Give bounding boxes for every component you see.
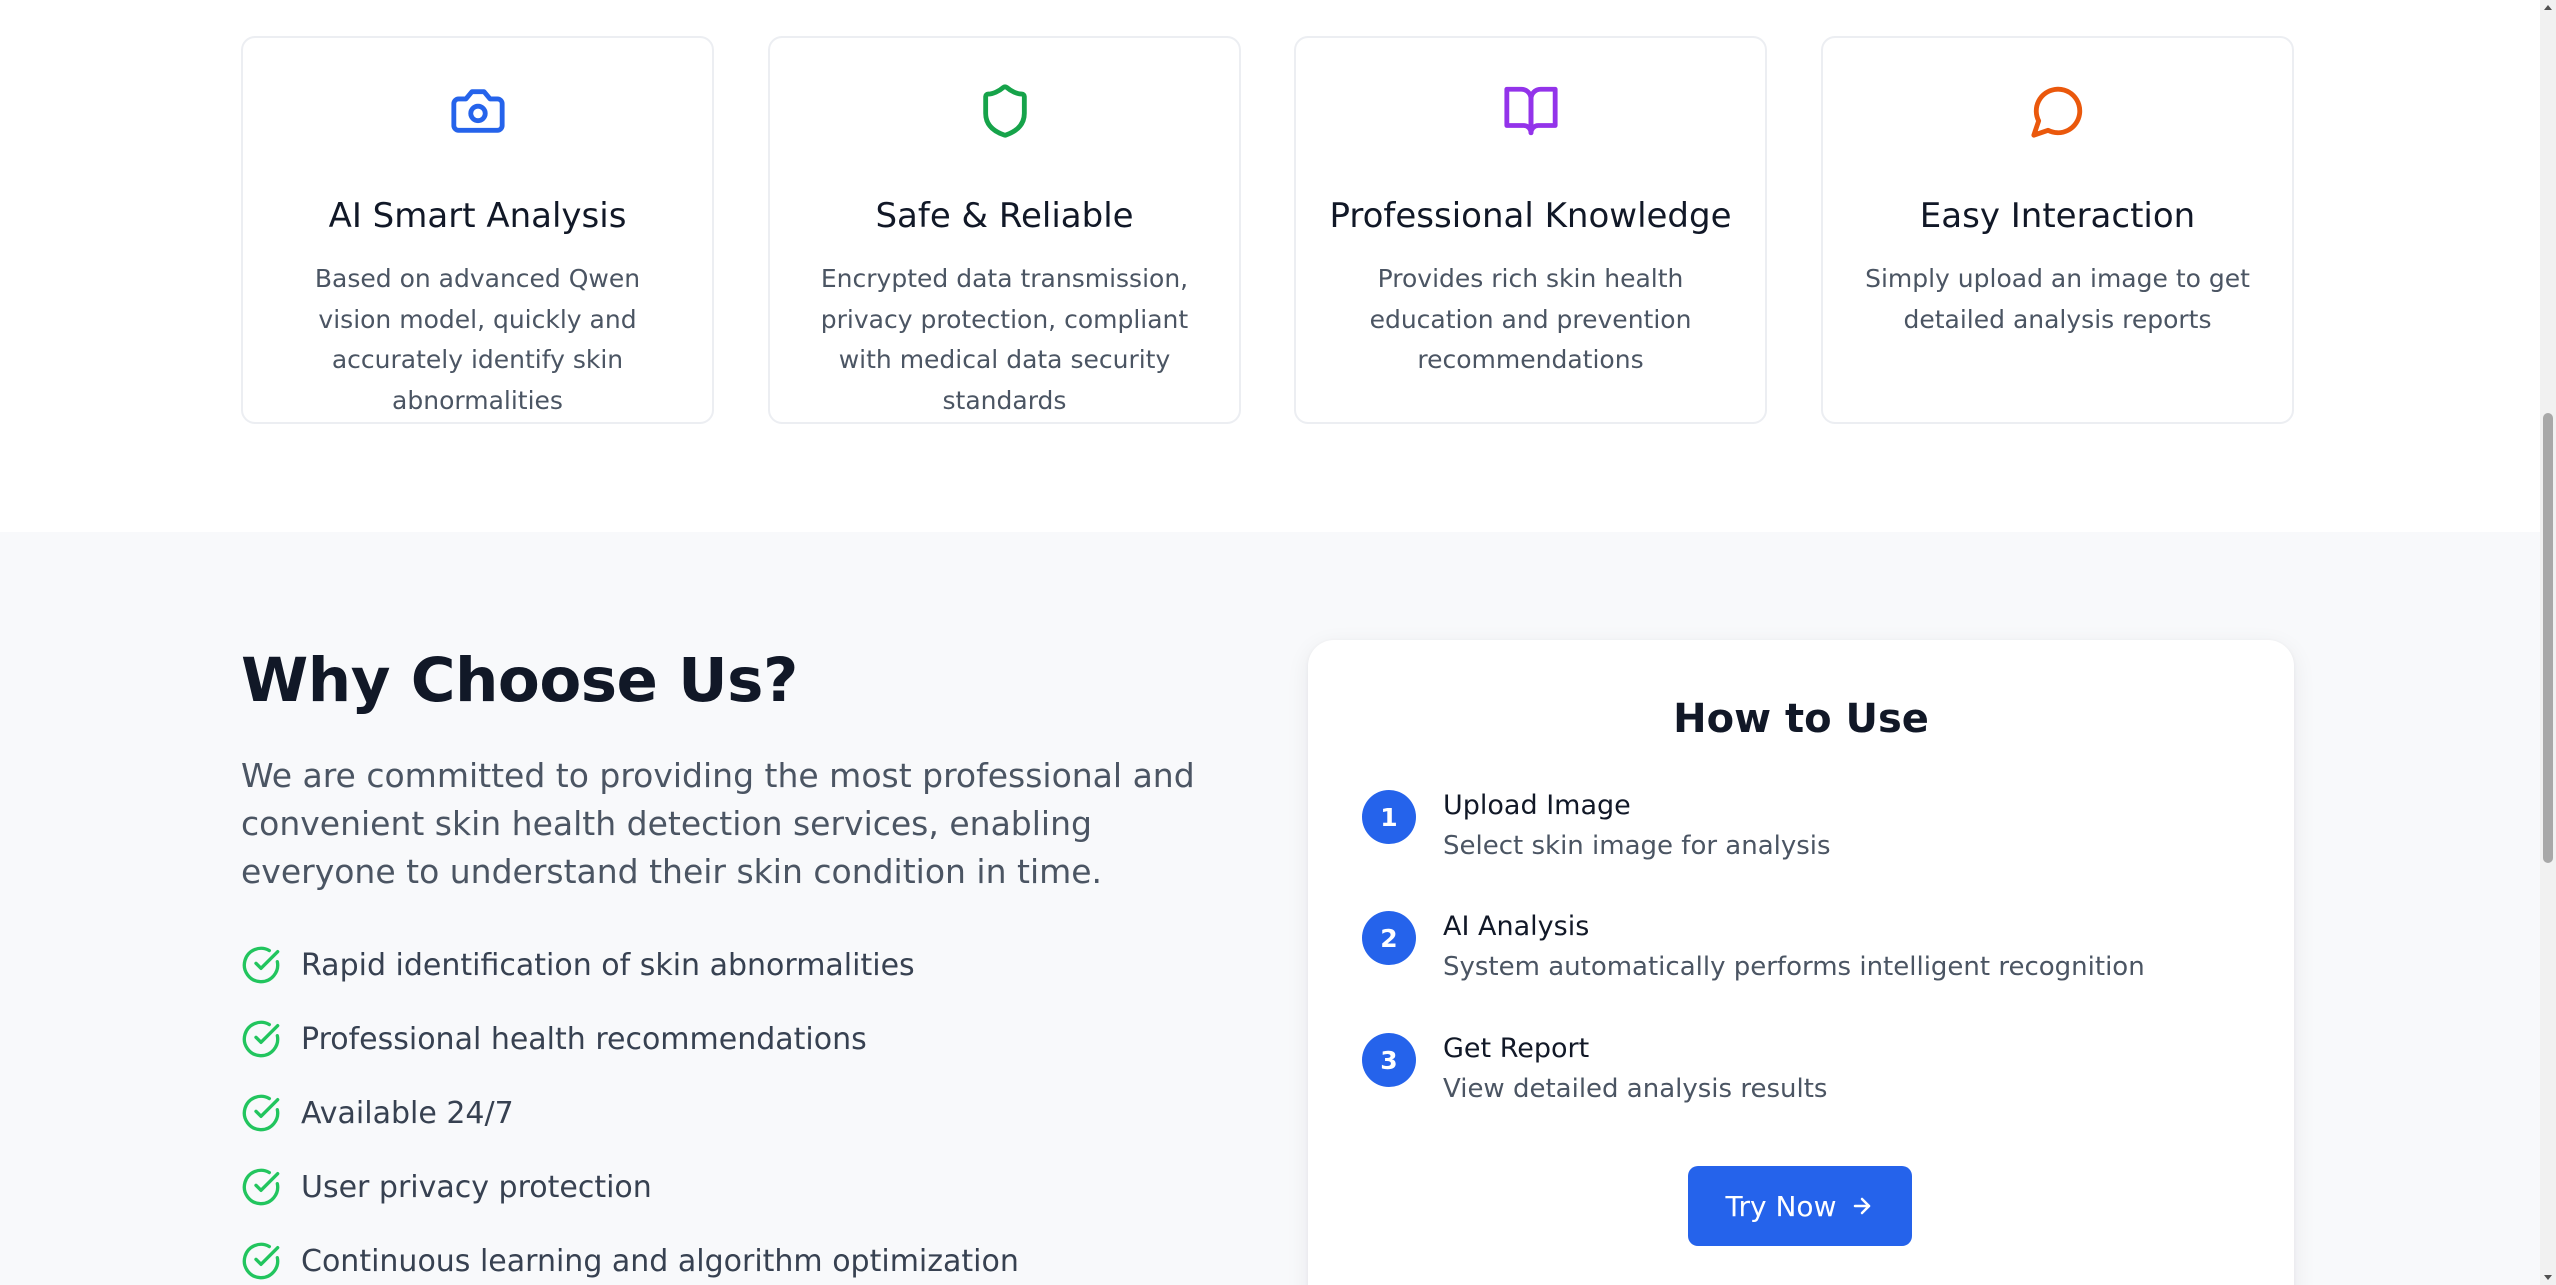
arrow-right-icon (1850, 1194, 1874, 1218)
try-now-label: Try Now (1725, 1189, 1837, 1223)
check-circle-icon (241, 1241, 281, 1281)
benefit-item: User privacy protection (241, 1167, 1019, 1243)
camera-icon (449, 82, 507, 140)
feature-title: Safe & Reliable (875, 196, 1134, 236)
message-circle-icon (2029, 82, 2087, 140)
how-to-use-card: How to Use 1 Upload Image Select skin im… (1308, 640, 2294, 1285)
check-circle-icon (241, 945, 281, 985)
check-circle-icon (241, 1093, 281, 1133)
benefit-text: Continuous learning and algorithm optimi… (301, 1244, 1019, 1279)
feature-card-safe-reliable: Safe & Reliable Encrypted data transmiss… (768, 36, 1241, 424)
check-circle-icon (241, 1019, 281, 1059)
benefit-text: Available 24/7 (301, 1096, 514, 1131)
features-section: AI Smart Analysis Based on advanced Qwen… (0, 0, 2540, 532)
how-to-use-title: How to Use (1673, 696, 1929, 742)
benefit-item: Continuous learning and algorithm optimi… (241, 1241, 1019, 1285)
step-title: Get Report (1443, 1033, 1590, 1064)
feature-description: Simply upload an image to get detailed a… (1865, 264, 2250, 334)
feature-card-easy-interaction: Easy Interaction Simply upload an image … (1821, 36, 2294, 424)
feature-description: Encrypted data transmission, privacy pro… (820, 264, 1189, 415)
scrollbar-thumb[interactable] (2543, 413, 2553, 863)
try-now-button[interactable]: Try Now (1688, 1166, 1912, 1246)
book-open-icon (1502, 82, 1560, 140)
section-description: We are committed to providing the most p… (241, 756, 1195, 891)
step-description: View detailed analysis results (1443, 1074, 1828, 1104)
benefit-list: Rapid identification of skin abnormaliti… (241, 945, 1019, 1285)
feature-title: AI Smart Analysis (328, 196, 627, 236)
scroll-down-arrow-icon[interactable] (2540, 1269, 2556, 1285)
feature-card-ai-analysis: AI Smart Analysis Based on advanced Qwen… (241, 36, 714, 424)
benefit-item: Professional health recommendations (241, 1019, 1019, 1095)
step-number-badge: 1 (1362, 790, 1416, 844)
vertical-scrollbar[interactable] (2540, 0, 2556, 1285)
step-description: Select skin image for analysis (1443, 831, 1831, 861)
section-title: Why Choose Us? (241, 645, 798, 716)
benefit-item: Rapid identification of skin abnormaliti… (241, 945, 1019, 1021)
page: AI Smart Analysis Based on advanced Qwen… (0, 0, 2556, 1285)
feature-title: Easy Interaction (1919, 196, 2196, 236)
scroll-up-arrow-icon[interactable] (2540, 0, 2556, 16)
step-number-badge: 2 (1362, 911, 1416, 965)
step-title: AI Analysis (1443, 911, 1590, 942)
benefit-text: User privacy protection (301, 1170, 652, 1205)
benefit-item: Available 24/7 (241, 1093, 1019, 1169)
feature-description: Based on advanced Qwen vision model, qui… (314, 264, 641, 415)
benefit-text: Professional health recommendations (301, 1022, 867, 1057)
feature-card-professional-knowledge: Professional Knowledge Provides rich ski… (1294, 36, 1767, 424)
feature-title: Professional Knowledge (1329, 196, 1732, 236)
feature-description: Provides rich skin health education and … (1369, 264, 1692, 374)
benefit-text: Rapid identification of skin abnormaliti… (301, 948, 915, 983)
step-title: Upload Image (1443, 790, 1631, 821)
step-description: System automatically performs intelligen… (1443, 952, 2145, 982)
step-number-badge: 3 (1362, 1033, 1416, 1087)
check-circle-icon (241, 1167, 281, 1207)
shield-icon (976, 82, 1034, 140)
